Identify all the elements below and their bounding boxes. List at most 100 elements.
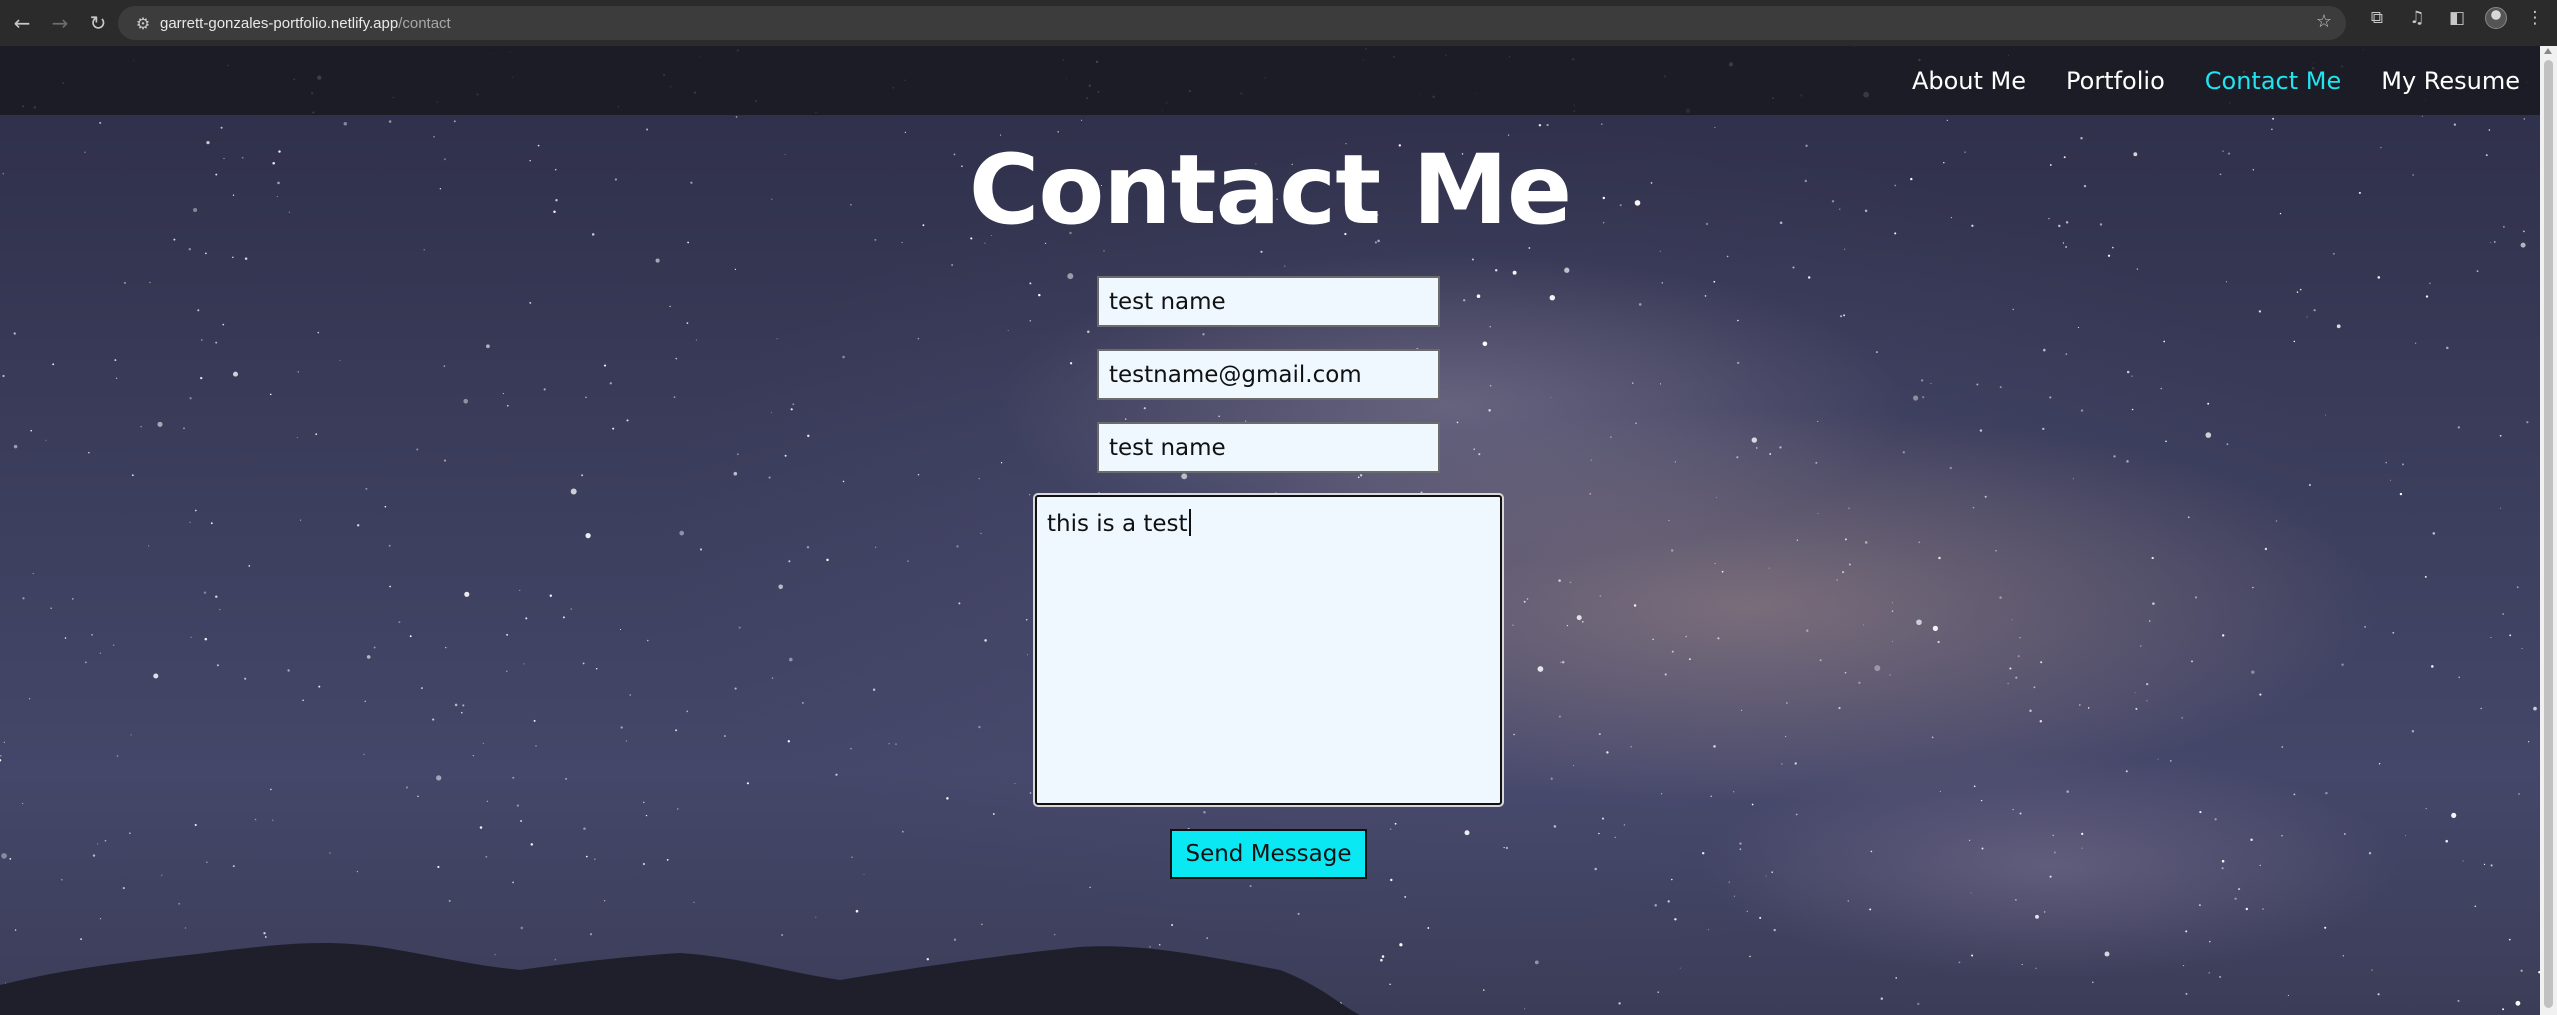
star [52,363,55,366]
nav-link-contact-me[interactable]: Contact Me [2205,67,2341,95]
star [2134,692,2136,694]
star [1067,273,1074,280]
menu-kebab-icon[interactable]: ⋮ [2523,8,2547,28]
star [1512,270,1517,275]
star [2226,443,2229,446]
star [1181,473,1188,480]
nav-link-portfolio[interactable]: Portfolio [2066,67,2165,95]
star [901,830,904,833]
star [161,874,163,876]
star [629,694,631,696]
star [2424,575,2427,578]
star [2146,682,2149,686]
star [1949,466,1953,470]
media-controls-icon[interactable]: ♫ [2405,8,2429,28]
star [1538,124,1542,127]
star [32,573,34,575]
star [1456,421,1459,424]
profile-avatar-icon[interactable] [2485,7,2507,29]
star [1746,910,1748,912]
star [2272,117,2275,120]
star [64,637,67,639]
star [1938,556,1941,560]
reload-button[interactable]: ↻ [82,7,114,39]
star [1976,383,1979,386]
star [1600,123,1603,125]
star [1736,456,1739,459]
star [130,734,132,736]
star [99,652,101,654]
star [269,393,272,396]
star [1781,763,1783,765]
star [2521,647,2523,649]
star [1089,886,1091,889]
star [1069,362,1073,365]
page-scrollbar[interactable] [2540,46,2557,1015]
star [1864,541,1868,544]
star [2165,440,2167,443]
star [778,584,783,590]
star [2415,342,2417,344]
star [570,608,572,610]
extensions-icon[interactable]: ⧉ [2365,8,2389,28]
star [436,775,442,781]
address-bar[interactable]: ⚙ garrett-gonzales-portfolio.netlify.app… [118,6,2346,40]
star [1685,635,1687,638]
star [2015,899,2017,901]
forward-button[interactable]: → [44,7,76,39]
star [1550,777,1553,780]
star [2012,308,2014,311]
star [116,755,119,757]
back-button[interactable]: ← [6,7,38,39]
star [784,454,787,457]
bookmark-star-icon[interactable]: ☆ [2316,11,2332,32]
star [2221,859,2225,863]
star [22,802,24,805]
subject-input[interactable]: test name [1097,422,1440,473]
star [734,687,737,690]
star [210,522,213,525]
side-panel-icon[interactable]: ◧ [2445,8,2469,28]
star [2445,839,2448,843]
star [2402,463,2404,466]
star [148,545,150,547]
star [1920,379,1924,382]
star [1614,836,1616,839]
star [789,657,793,662]
star [1704,295,1707,297]
nav-link-about-me[interactable]: About Me [1912,67,2026,95]
star [1664,673,1667,676]
star [384,505,387,508]
star [1844,671,1847,674]
star [2140,645,2142,647]
scrollbar-thumb[interactable] [2544,60,2553,1008]
dune-silhouette [0,943,1360,1015]
star [826,558,829,562]
scroll-up-arrow-icon[interactable] [2544,48,2552,54]
star [1537,666,1544,672]
star [1478,453,1481,456]
star [1661,282,1664,284]
star [564,777,568,781]
star [1726,255,1729,258]
message-textarea[interactable]: this is a test [1033,493,1504,807]
star [2148,620,2151,622]
star [472,754,475,757]
star [738,626,741,629]
email-input[interactable]: testname@gmail.com [1097,349,1440,400]
star [437,865,440,869]
star [2516,586,2519,589]
star [388,544,391,547]
star [114,359,117,362]
star [2458,676,2461,679]
star [978,725,981,729]
star [1029,282,1032,285]
name-input[interactable]: test name [1097,276,1440,327]
star [1844,248,1846,250]
star [194,509,197,512]
star [2344,833,2346,835]
site-info-icon[interactable]: ⚙ [126,14,160,33]
star [1739,848,1742,850]
send-message-button[interactable]: Send Message [1170,829,1367,879]
nav-link-my-resume[interactable]: My Resume [2381,67,2520,95]
